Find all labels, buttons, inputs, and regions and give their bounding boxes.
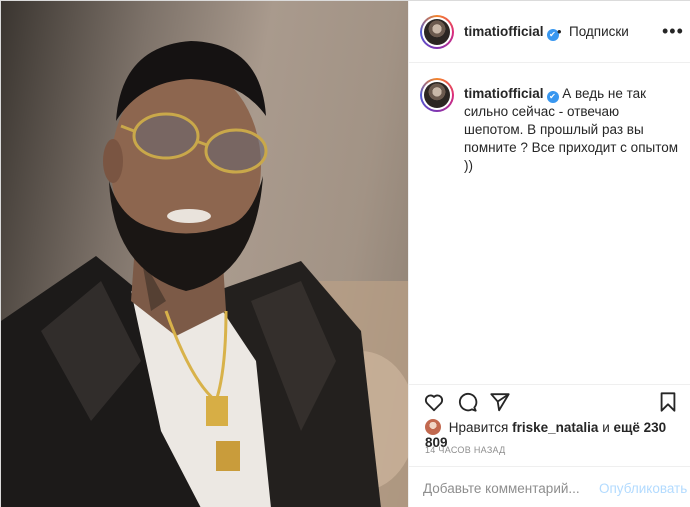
caption-avatar[interactable]	[420, 78, 454, 112]
post-side-panel: timatiofficial ✔ • Подписки ••• timatioff…	[408, 1, 690, 507]
caption-text: timatiofficial ✔ А ведь не так сильно сей…	[464, 85, 679, 175]
username-link[interactable]: timatiofficial ✔	[464, 24, 559, 41]
likes-line: Нравится friske_natalia и ещё 230 809	[425, 419, 690, 450]
comment-icon[interactable]	[456, 391, 478, 413]
comment-box: Опубликовать	[409, 466, 690, 507]
publish-button[interactable]: Опубликовать	[599, 481, 687, 496]
heart-icon[interactable]	[423, 391, 445, 413]
following-button[interactable]: Подписки	[569, 24, 629, 39]
verified-badge-icon: ✔	[546, 91, 559, 103]
more-options-icon[interactable]: •••	[662, 21, 684, 42]
likes-prefix: Нравится	[448, 420, 509, 435]
action-bar	[409, 384, 690, 414]
username-label[interactable]: timatiofficial	[464, 24, 544, 39]
liker-avatar[interactable]	[425, 419, 441, 435]
share-icon[interactable]	[489, 391, 511, 413]
comment-input[interactable]	[423, 481, 593, 496]
avatar[interactable]	[420, 15, 454, 49]
post-photo[interactable]	[1, 1, 408, 507]
likes-middle: и	[602, 420, 610, 435]
post-timestamp[interactable]: 14 ЧАСОВ НАЗАД	[425, 445, 506, 455]
liked-by-username[interactable]: friske_natalia	[512, 420, 598, 435]
post-frame: timatiofficial ✔ • Подписки ••• timatioff…	[0, 0, 690, 507]
post-header: timatiofficial ✔ • Подписки •••	[409, 1, 690, 63]
separator-dot: •	[557, 24, 562, 39]
caption-username[interactable]: timatiofficial	[464, 86, 544, 101]
bookmark-icon[interactable]	[657, 391, 679, 413]
selfie-image	[1, 41, 408, 507]
